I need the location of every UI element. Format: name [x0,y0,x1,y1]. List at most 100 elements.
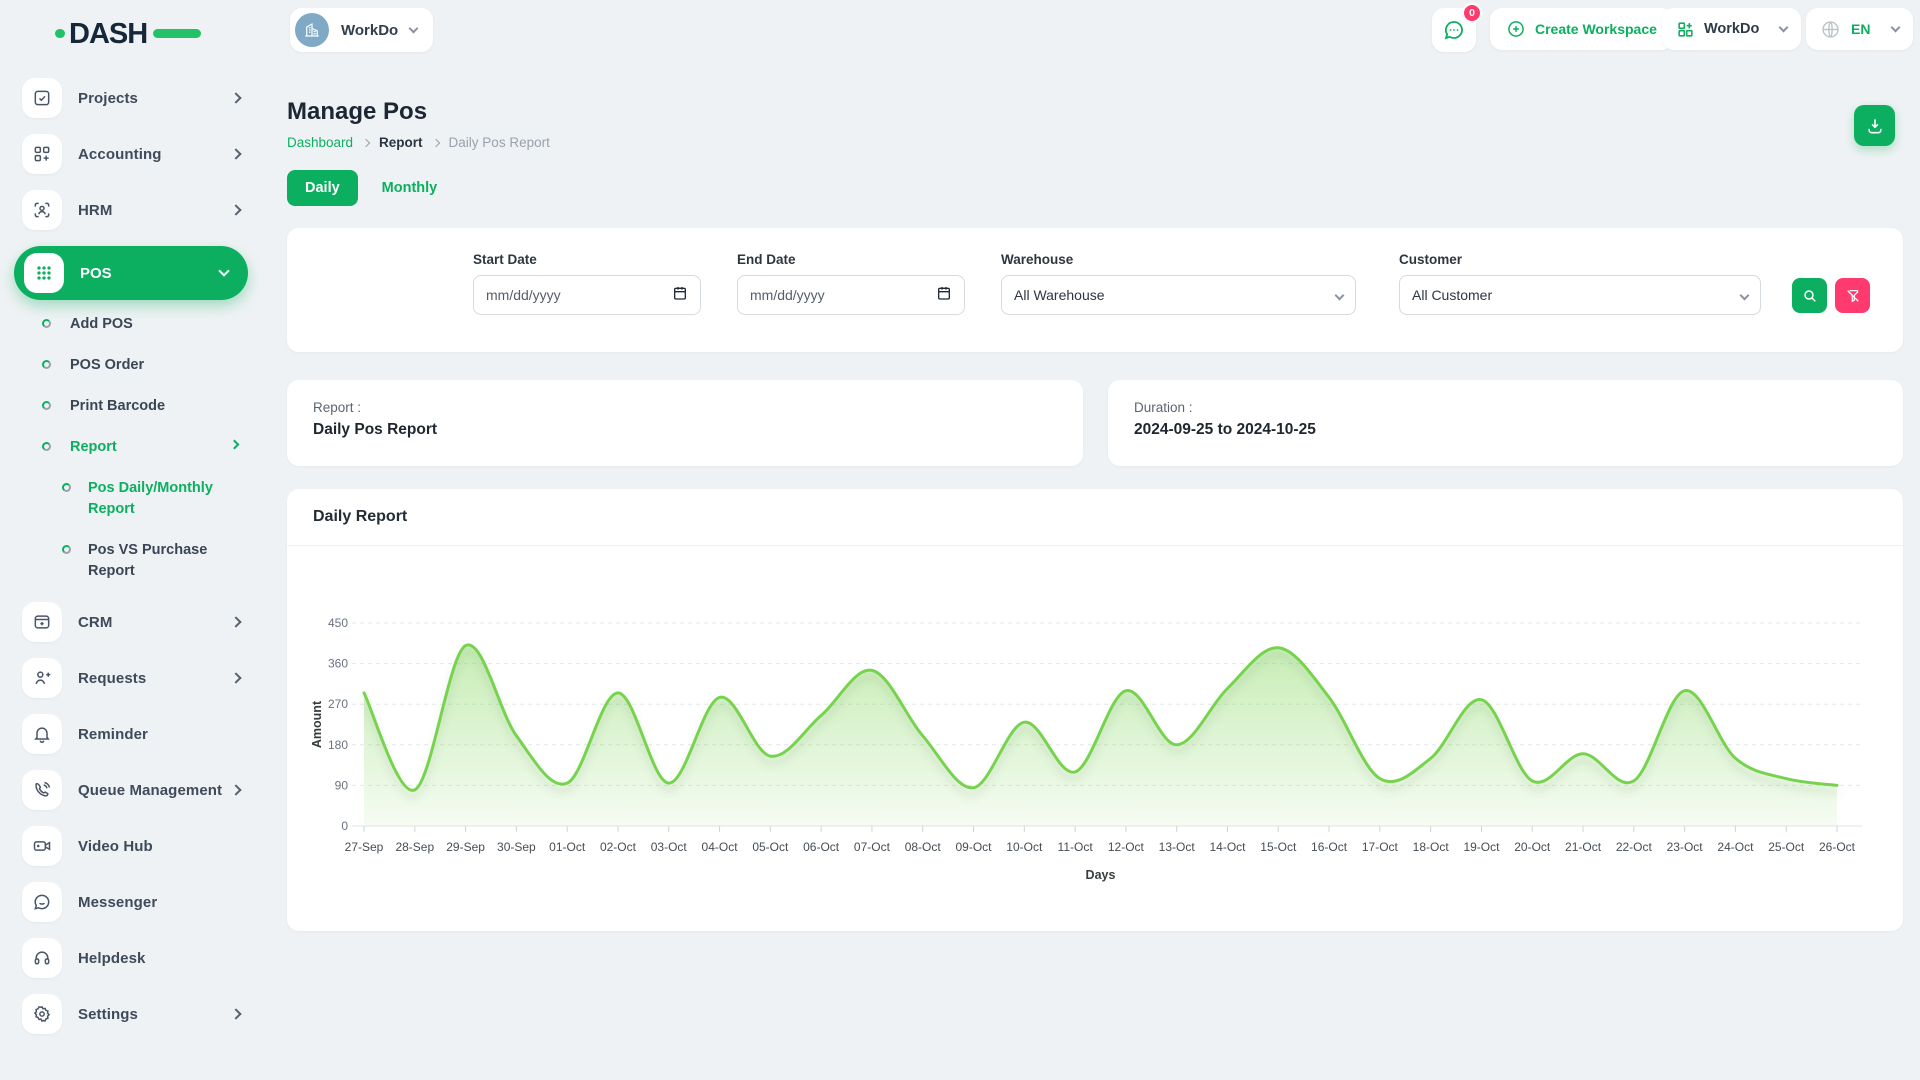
duration-label: Duration : [1134,400,1877,415]
dash-logo[interactable]: DASH [55,12,205,54]
svg-text:06-Oct: 06-Oct [803,840,840,854]
warehouse-label: Warehouse [1001,252,1356,267]
warehouse-selected-value: All Warehouse [1014,287,1105,303]
sidebar-item-pos[interactable]: POS [14,246,248,300]
sidebar-item-label: Reminder [78,726,148,743]
svg-text:270: 270 [328,697,348,711]
report-label: Report : [313,400,1057,415]
sidebar-item-projects[interactable]: Projects [0,78,270,118]
end-date-group: End Date [737,252,965,315]
area-chart[interactable]: 45036027018090027-Sep28-Sep29-Sep30-Sep0… [307,556,1883,891]
svg-text:24-Oct: 24-Oct [1717,840,1754,854]
svg-text:16-Oct: 16-Oct [1311,840,1348,854]
tab-monthly[interactable]: Monthly [382,180,438,196]
calendar-icon[interactable] [672,285,688,306]
sidebar-item-pos-order[interactable]: POS Order [0,355,270,376]
report-value: Daily Pos Report [313,421,1057,439]
warehouse-group: Warehouse All Warehouse [1001,252,1356,315]
breadcrumb-report[interactable]: Report [379,135,423,150]
sidebar-subitem-label: Pos Daily/Monthly Report [88,478,240,520]
sidebar-item-helpdesk[interactable]: Helpdesk [0,938,270,978]
start-date-group: Start Date [473,252,701,315]
sidebar-subitem-label: Print Barcode [70,396,165,417]
sidebar-item-label: HRM [78,202,112,219]
browser-plus-icon [22,602,62,642]
sidebar-item-accounting[interactable]: Accounting [0,134,270,174]
customer-label: Customer [1399,252,1761,267]
bullet-icon [42,360,51,369]
tab-daily[interactable]: Daily [287,170,358,206]
bullet-icon [62,545,71,554]
download-report-button[interactable] [1854,105,1895,146]
sidebar-item-print-barcode[interactable]: Print Barcode [0,396,270,417]
breadcrumb-dashboard[interactable]: Dashboard [287,135,353,150]
chevron-down-icon [218,265,229,276]
calendar-icon[interactable] [936,285,952,306]
grid-plus-icon [22,134,62,174]
svg-text:23-Oct: 23-Oct [1667,840,1704,854]
end-date-input[interactable] [750,287,952,303]
sidebar-subitem-label: Report [70,437,117,458]
sidebar-item-report[interactable]: Report [0,437,270,458]
sidebar-item-label: Settings [78,1006,138,1023]
grid-dots-icon [24,253,64,293]
chevron-right-icon [230,672,241,683]
sidebar-item-queue-management[interactable]: Queue Management [0,770,270,810]
warehouse-select[interactable]: All Warehouse [1001,275,1356,315]
chevron-right-icon [230,616,241,627]
svg-text:09-Oct: 09-Oct [956,840,993,854]
bullet-icon [42,319,51,328]
end-date-label: End Date [737,252,965,267]
sidebar-item-add-pos[interactable]: Add POS [0,314,270,335]
sidebar-item-video-hub[interactable]: Video Hub [0,826,270,866]
sidebar-item-crm[interactable]: CRM [0,602,270,642]
daily-report-chart-card: Daily Report 45036027018090027-Sep28-Sep… [287,489,1903,931]
sidebar-item-label: Video Hub [78,838,153,855]
breadcrumb: Dashboard Report Daily Pos Report [287,135,1903,150]
sidebar-item-reminder[interactable]: Reminder [0,714,270,754]
chart-title: Daily Report [287,489,1903,546]
apply-filter-button[interactable] [1792,278,1827,313]
start-date-input[interactable] [486,287,688,303]
chevron-right-icon [230,440,240,450]
svg-text:08-Oct: 08-Oct [905,840,942,854]
chevron-right-icon [230,148,241,159]
logo-dot-icon [55,29,65,38]
customer-selected-value: All Customer [1412,287,1492,303]
svg-text:18-Oct: 18-Oct [1413,840,1450,854]
svg-text:Days: Days [1086,868,1116,882]
chevron-down-icon [1740,290,1750,300]
sidebar-item-messenger[interactable]: Messenger [0,882,270,922]
sidebar-item-label: Queue Management [78,782,222,799]
summary-row: Report : Daily Pos Report Duration : 202… [287,380,1903,466]
customer-group: Customer All Customer [1399,252,1761,315]
search-icon [1802,288,1818,304]
sidebar-item-pos-daily-monthly-report[interactable]: Pos Daily/Monthly Report [0,478,240,520]
customer-select[interactable]: All Customer [1399,275,1761,315]
svg-text:20-Oct: 20-Oct [1514,840,1551,854]
chevron-down-icon [1335,290,1345,300]
svg-text:22-Oct: 22-Oct [1616,840,1653,854]
sidebar-item-label: Messenger [78,894,157,911]
sidebar-item-pos-vs-purchase-report[interactable]: Pos VS Purchase Report [0,540,240,582]
sidebar-item-settings[interactable]: Settings [0,994,270,1034]
sidebar-item-requests[interactable]: Requests [0,658,270,698]
chat-bubble-icon [22,882,62,922]
bell-icon [22,714,62,754]
user-focus-icon [22,190,62,230]
sidebar-item-hrm[interactable]: HRM [0,190,270,230]
svg-text:90: 90 [335,778,349,792]
duration-value: 2024-09-25 to 2024-10-25 [1134,421,1877,439]
chevron-right-icon [362,138,370,146]
duration-summary-card: Duration : 2024-09-25 to 2024-10-25 [1108,380,1903,466]
svg-text:21-Oct: 21-Oct [1565,840,1602,854]
bullet-icon [42,442,51,451]
svg-text:05-Oct: 05-Oct [752,840,789,854]
sidebar-subitem-label: POS Order [70,355,144,376]
reset-filter-button[interactable] [1835,278,1870,313]
svg-text:27-Sep: 27-Sep [345,840,384,854]
logo-text-glyph: DASH [69,18,147,50]
svg-text:13-Oct: 13-Oct [1159,840,1196,854]
video-camera-icon [22,826,62,866]
bullet-icon [62,483,71,492]
